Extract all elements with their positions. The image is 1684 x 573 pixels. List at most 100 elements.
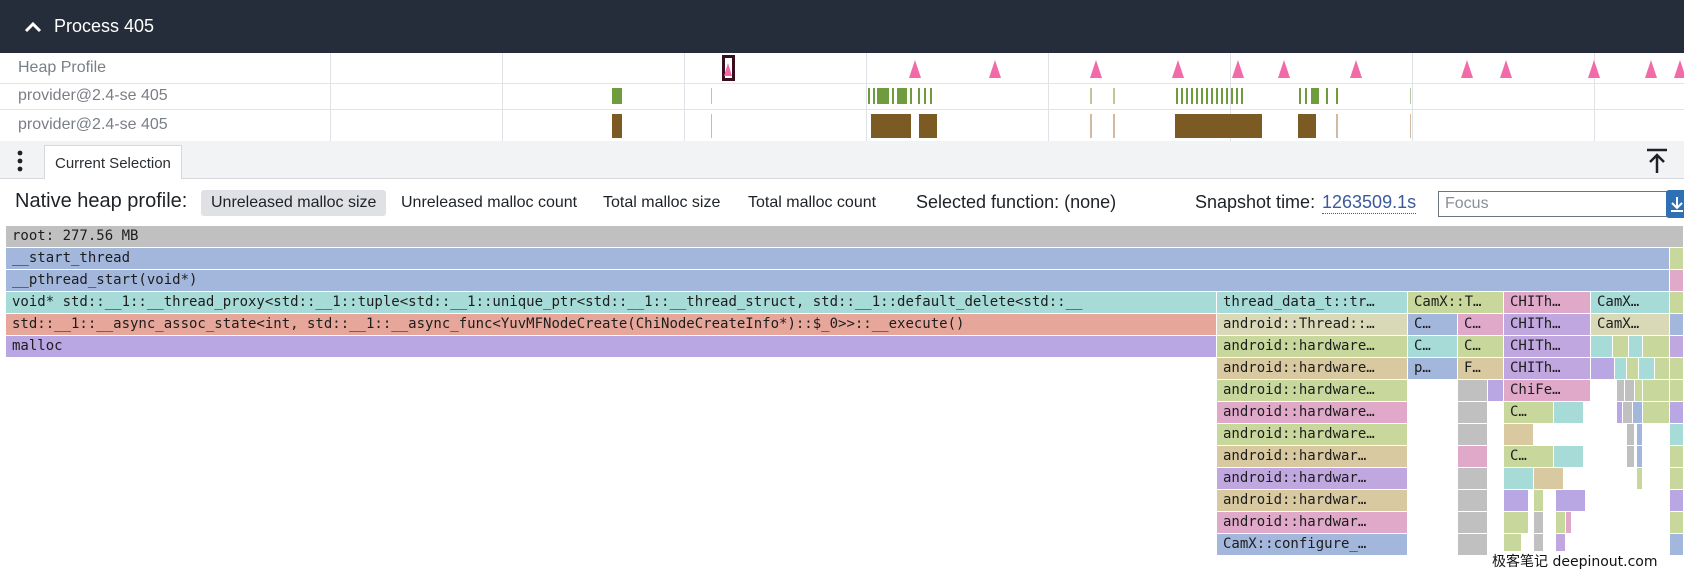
flame-node[interactable]: android::hardwar… — [1217, 446, 1408, 467]
track-slice[interactable] — [711, 88, 712, 104]
flame-node[interactable] — [1534, 468, 1564, 489]
flame-node[interactable]: CamX::T… — [1408, 292, 1504, 313]
track-slice[interactable] — [924, 88, 926, 104]
track-slice[interactable] — [868, 88, 870, 104]
track-slice[interactable] — [1410, 88, 1411, 104]
track-slice[interactable] — [873, 88, 875, 104]
track-slice[interactable] — [1113, 88, 1115, 104]
track-slice[interactable] — [1196, 88, 1198, 104]
flame-node[interactable]: p… — [1408, 358, 1458, 379]
flame-node[interactable]: android::hardwar… — [1217, 490, 1408, 511]
track-slice[interactable] — [1090, 114, 1092, 138]
flame-node[interactable] — [1670, 490, 1684, 511]
maximize-panel-icon[interactable] — [1645, 148, 1669, 174]
flame-node[interactable]: C… — [1408, 336, 1458, 357]
track-slice[interactable] — [1226, 88, 1228, 104]
track-slice[interactable] — [1191, 88, 1193, 104]
flame-node[interactable] — [1670, 512, 1684, 533]
tracks-panel[interactable]: Heap Profile provider@2.4-se 405 provide… — [0, 53, 1684, 141]
focus-input[interactable] — [1438, 191, 1672, 217]
flame-node[interactable] — [1488, 380, 1504, 401]
flame-node[interactable]: android::Thread::… — [1217, 314, 1408, 335]
flame-node[interactable] — [1627, 424, 1635, 445]
track-slice[interactable] — [930, 88, 932, 104]
flame-node[interactable] — [1627, 358, 1639, 379]
track-slice[interactable] — [612, 114, 622, 138]
flame-node[interactable]: CamX… — [1591, 292, 1670, 313]
flame-node[interactable]: CHITh… — [1504, 336, 1591, 357]
track-provider-2[interactable]: provider@2.4-se 405 — [0, 110, 1684, 141]
flame-node[interactable] — [1458, 512, 1488, 533]
track-slice[interactable] — [1211, 88, 1213, 104]
track-slice[interactable] — [1336, 88, 1338, 104]
track-slice[interactable] — [1221, 88, 1223, 104]
snapshot-arrow-icon[interactable] — [1350, 60, 1362, 78]
flame-node[interactable] — [1639, 358, 1655, 379]
flame-node[interactable]: android::hardwar… — [1217, 468, 1408, 489]
track-slice[interactable] — [918, 88, 920, 104]
process-header[interactable]: Process 405 — [0, 0, 1684, 53]
flame-node[interactable] — [1625, 380, 1635, 401]
snapshot-arrow-icon[interactable] — [1090, 60, 1102, 78]
flame-node[interactable]: android::hardware… — [1217, 380, 1408, 401]
flame-node[interactable]: std::__1::__async_assoc_state<int, std::… — [6, 314, 1217, 335]
more-vert-icon[interactable] — [16, 150, 24, 172]
track-slice[interactable] — [871, 114, 911, 138]
flame-node[interactable] — [1670, 358, 1684, 379]
flame-node[interactable] — [1613, 336, 1629, 357]
flame-node[interactable]: C… — [1458, 336, 1504, 357]
flame-node[interactable] — [1655, 358, 1670, 379]
snapshot-arrow-icon[interactable] — [1172, 60, 1184, 78]
flame-node[interactable] — [1627, 446, 1635, 467]
flame-node[interactable] — [1670, 424, 1684, 445]
flame-node[interactable]: C… — [1458, 314, 1504, 335]
track-slice[interactable] — [1176, 88, 1178, 104]
track-slice[interactable] — [1231, 88, 1233, 104]
track-slice[interactable] — [1090, 88, 1092, 104]
flame-node[interactable] — [1670, 534, 1684, 555]
snapshot-arrow-icon[interactable] — [1500, 60, 1512, 78]
flame-node[interactable]: android::hardware… — [1217, 424, 1408, 445]
track-slice[interactable] — [1305, 88, 1307, 104]
track-slice[interactable] — [1206, 88, 1208, 104]
track-slice[interactable] — [1311, 88, 1319, 104]
flame-node[interactable] — [1591, 358, 1615, 379]
flame-node[interactable] — [1556, 512, 1566, 533]
flame-node[interactable] — [1458, 468, 1488, 489]
track-slice[interactable] — [897, 88, 907, 104]
flame-node[interactable]: android::hardwar… — [1217, 512, 1408, 533]
track-heap-profile[interactable]: Heap Profile — [0, 53, 1684, 84]
flame-node-root[interactable]: root: 277.56 MB — [6, 226, 1684, 247]
flame-node[interactable]: C… — [1504, 446, 1554, 467]
flame-node[interactable] — [1623, 402, 1633, 423]
flame-node[interactable] — [1504, 468, 1534, 489]
flame-node[interactable] — [1591, 336, 1613, 357]
track-slice[interactable] — [1216, 88, 1218, 104]
flame-node[interactable]: CHITh… — [1504, 358, 1591, 379]
flame-node[interactable] — [1635, 380, 1643, 401]
flame-node[interactable] — [1504, 490, 1529, 511]
track-slice[interactable] — [1186, 88, 1188, 104]
flame-node[interactable] — [1670, 336, 1684, 357]
track-slice[interactable] — [1113, 114, 1115, 138]
flame-node[interactable] — [1643, 402, 1670, 423]
download-button[interactable] — [1666, 190, 1684, 218]
track-slice[interactable] — [1326, 88, 1328, 104]
track-slice[interactable] — [919, 114, 937, 138]
flame-node[interactable] — [1458, 424, 1488, 445]
flame-node[interactable] — [1670, 292, 1684, 313]
track-slice[interactable] — [910, 88, 912, 104]
flame-node[interactable]: android::hardware… — [1217, 358, 1408, 379]
track-slice[interactable] — [1336, 114, 1338, 138]
flame-node[interactable]: __start_thread — [6, 248, 1670, 269]
flame-node[interactable]: android::hardware… — [1217, 402, 1408, 423]
flame-node[interactable] — [1670, 402, 1684, 423]
track-slice[interactable] — [1299, 88, 1301, 104]
flame-node[interactable] — [1534, 512, 1544, 533]
flame-node[interactable] — [1643, 336, 1670, 357]
flame-node[interactable]: CHITh… — [1504, 292, 1591, 313]
snapshot-arrow-icon[interactable] — [1232, 60, 1244, 78]
flame-node[interactable] — [1504, 512, 1529, 533]
flame-node[interactable] — [1458, 446, 1488, 467]
flame-node[interactable] — [1633, 402, 1643, 423]
